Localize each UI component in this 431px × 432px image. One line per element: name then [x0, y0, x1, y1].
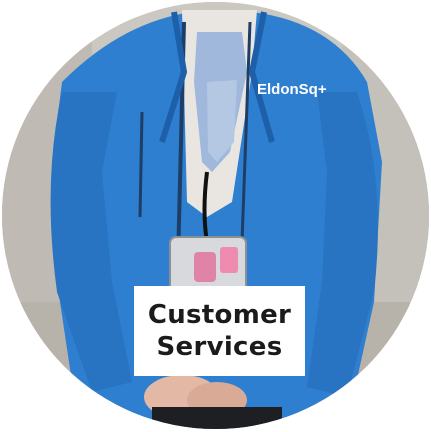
jacket-logo: EldonSq+ [257, 81, 327, 98]
label-line-2: Services [156, 332, 283, 362]
customer-services-tile[interactable]: EldonSq+ Customer Services [0, 0, 431, 432]
section-label: Customer Services [134, 286, 305, 376]
label-line-1: Customer [147, 300, 292, 330]
